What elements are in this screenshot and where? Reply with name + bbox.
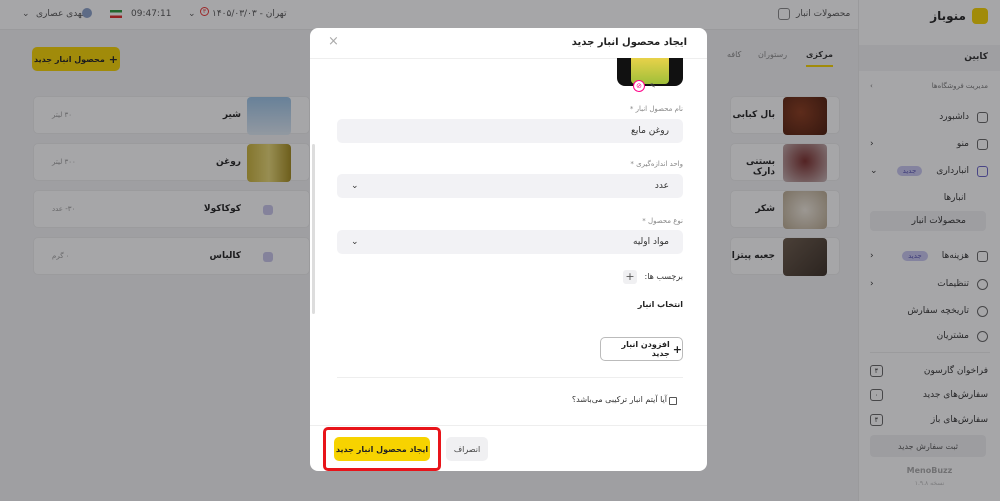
type-label: نوع محصول * bbox=[642, 217, 683, 225]
close-icon[interactable]: × bbox=[328, 34, 339, 49]
divider bbox=[337, 377, 683, 378]
plus-icon: + bbox=[672, 342, 682, 356]
name-input[interactable]: روغن مایع bbox=[337, 119, 683, 143]
unit-select[interactable]: عدد ⌄ bbox=[337, 174, 683, 198]
name-value: روغن مایع bbox=[631, 126, 669, 136]
modal-title: ایجاد محصول انبار جدید bbox=[571, 37, 687, 48]
add-warehouse-button[interactable]: + افزودن انبار جدید bbox=[600, 337, 683, 361]
type-select[interactable]: مواد اولیه ⌄ bbox=[337, 230, 683, 254]
unit-label: واحد اندازه‌گیری * bbox=[630, 160, 683, 168]
create-product-button[interactable]: ایجاد محصول انبار جدید bbox=[334, 437, 430, 461]
chevron-down-icon: ⌄ bbox=[351, 181, 359, 191]
unit-value: عدد bbox=[654, 181, 669, 191]
tags-label: برچسب ها: bbox=[644, 272, 683, 281]
add-tag-plus-icon[interactable]: + bbox=[623, 270, 637, 284]
delete-image-icon[interactable]: ⊘ bbox=[633, 80, 645, 92]
cancel-button[interactable]: انصراف bbox=[446, 437, 488, 461]
name-label: نام محصول انبار * bbox=[629, 105, 683, 113]
add-warehouse-label: افزودن انبار جدید bbox=[621, 340, 670, 358]
footer-divider bbox=[310, 425, 707, 426]
create-product-modal: ایجاد محصول انبار جدید × ⊘ ✎ نام محصول ا… bbox=[310, 28, 707, 471]
warehouse-label: انتخاب انبار bbox=[637, 300, 683, 309]
edit-image-icon[interactable]: ✎ bbox=[650, 82, 656, 90]
type-value: مواد اولیه bbox=[633, 237, 669, 247]
composite-question: آیا آیتم انبار ترکیبی می‌باشد؟ bbox=[571, 395, 667, 404]
checkbox-icon[interactable] bbox=[669, 397, 677, 405]
chevron-down-icon: ⌄ bbox=[351, 237, 359, 247]
scrollbar[interactable] bbox=[312, 144, 315, 314]
